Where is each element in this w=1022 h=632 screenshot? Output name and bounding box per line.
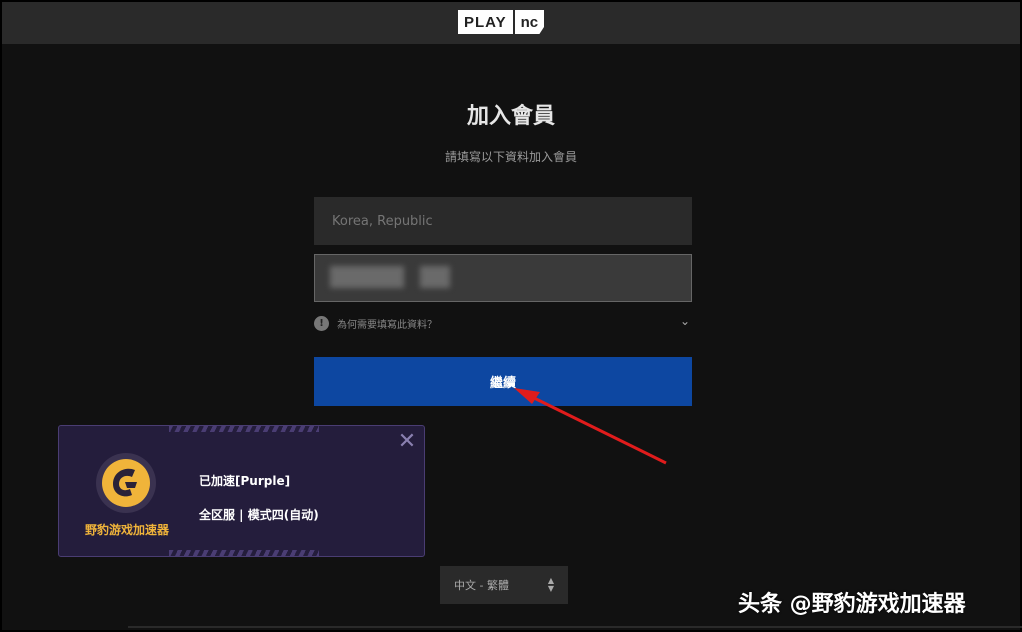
plaync-logo[interactable]: PLAY nc [458, 10, 550, 34]
country-select[interactable] [314, 197, 692, 245]
close-icon[interactable]: ✕ [396, 431, 418, 454]
help-row[interactable]: ! 為何需要填寫此資料？ ⌄ [314, 314, 692, 332]
footer-divider [128, 626, 1022, 628]
logo-play-text: PLAY [458, 10, 513, 34]
redacted-phone-part [420, 266, 450, 288]
brand-name: 野豹游戏加速器 [84, 523, 169, 537]
popup-decor-stripes [169, 425, 319, 432]
accelerator-popup: ✕ 野豹游戏加速器 已加速[Purple] 全区服 | 模式四(自动) [58, 425, 425, 557]
page-title: 加入會員 [466, 104, 555, 129]
accelerator-status: 已加速[Purple] [199, 474, 291, 488]
language-selected-value: 中文 - 繁體 [454, 579, 509, 592]
popup-decor-stripes [169, 550, 319, 557]
logo-nc-text: nc [512, 10, 545, 34]
select-arrows-icon: ▲ ▼ [547, 576, 554, 593]
redacted-phone-part [330, 266, 404, 288]
continue-button[interactable]: 繼續 [314, 357, 692, 406]
language-select[interactable]: 中文 - 繁體 ▲ ▼ [440, 566, 568, 604]
watermark-text: 头条 @野豹游戏加速器 [738, 592, 966, 617]
leopard-logo-icon [96, 453, 156, 513]
accelerator-mode: 全区服 | 模式四(自动) [199, 508, 319, 522]
help-text: 為何需要填寫此資料？ [337, 319, 437, 331]
chevron-down-icon[interactable]: ⌄ [680, 314, 690, 328]
info-icon: ! [314, 315, 329, 331]
page-subtitle: 請填寫以下資料加入會員 [444, 150, 577, 164]
